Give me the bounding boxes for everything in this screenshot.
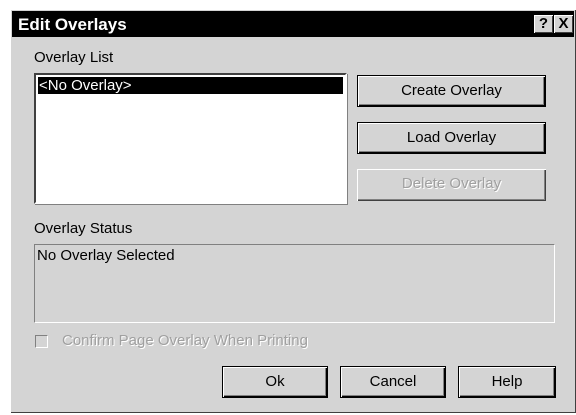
confirm-overlay-checkbox[interactable] — [35, 335, 48, 348]
overlay-status-text: No Overlay Selected — [37, 247, 175, 264]
delete-overlay-button[interactable]: Delete Overlay — [357, 169, 546, 201]
list-item[interactable]: <No Overlay> — [38, 77, 343, 94]
overlay-list-label: Overlay List — [34, 49, 114, 66]
overlay-status-box: No Overlay Selected — [34, 244, 555, 323]
help-title-button[interactable]: ? — [534, 15, 553, 33]
close-icon[interactable]: X — [554, 15, 573, 33]
dialog-title: Edit Overlays — [18, 15, 127, 34]
confirm-overlay-label: Confirm Page Overlay When Printing — [62, 332, 308, 349]
create-overlay-button[interactable]: Create Overlay — [357, 75, 546, 107]
cancel-button[interactable]: Cancel — [340, 366, 446, 398]
help-button[interactable]: Help — [458, 366, 556, 398]
title-bar[interactable]: Edit Overlays ? X — [12, 11, 574, 37]
load-overlay-button[interactable]: Load Overlay — [357, 122, 546, 154]
ok-button[interactable]: Ok — [222, 366, 328, 398]
overlay-status-label: Overlay Status — [34, 220, 133, 237]
edit-overlays-dialog: Edit Overlays ? X Overlay List <No Overl… — [10, 9, 576, 413]
overlay-listbox[interactable]: <No Overlay> — [34, 73, 347, 204]
